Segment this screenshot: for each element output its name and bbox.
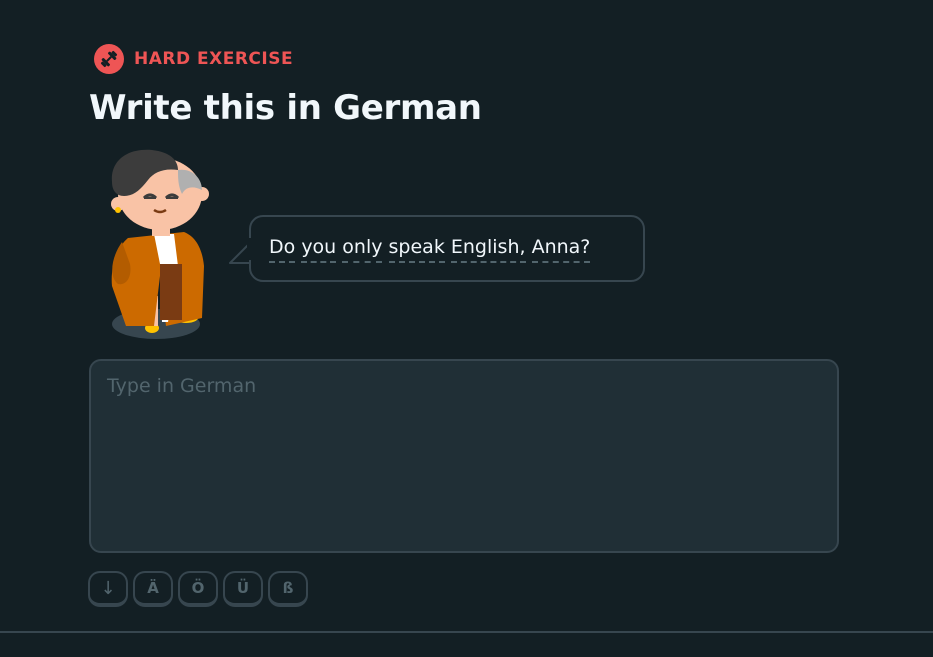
footer-divider (0, 631, 933, 633)
prompt-word[interactable]: English, (450, 236, 526, 263)
char-key-eszett[interactable]: ß (268, 571, 308, 607)
keyboard-toggle-button[interactable]: ↓ (88, 571, 128, 607)
char-key-a-umlaut[interactable]: Ä (133, 571, 173, 607)
prompt-word[interactable]: speak (388, 236, 445, 263)
prompt-sentence: Do you only speak English, Anna? (269, 236, 591, 263)
answer-input[interactable] (89, 359, 839, 553)
char-key-u-umlaut[interactable]: Ü (223, 571, 263, 607)
character-illustration (104, 146, 216, 346)
char-key-o-umlaut[interactable]: Ö (178, 571, 218, 607)
prompt-word[interactable]: Do (269, 236, 296, 263)
speech-bubble: Do you only speak English, Anna? (249, 215, 645, 282)
prompt-word[interactable]: only (342, 236, 383, 263)
exercise-badge: HARD EXERCISE (94, 44, 293, 74)
exercise-badge-label: HARD EXERCISE (134, 49, 294, 69)
exercise-title: Write this in German (89, 88, 482, 128)
special-characters-bar: ↓ Ä Ö Ü ß (88, 571, 308, 607)
prompt-word[interactable]: Anna? (531, 236, 591, 263)
prompt-word[interactable]: you (301, 236, 337, 263)
dumbbell-icon (94, 44, 124, 74)
speech-bubble-tail-mask (247, 238, 253, 260)
